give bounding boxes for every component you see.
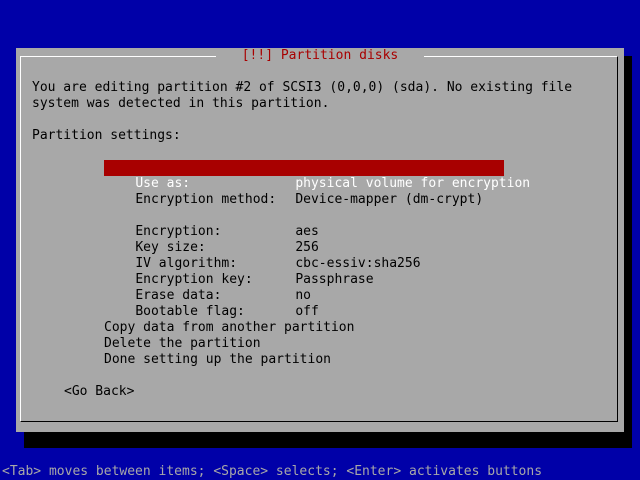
- go-back-button[interactable]: <Go Back>: [64, 384, 134, 400]
- setting-value: off: [295, 304, 319, 319]
- setting-label: Encryption method:: [135, 192, 277, 207]
- action-delete-partition[interactable]: Delete the partition: [104, 336, 261, 352]
- dialog-title: [!!] Partition disks: [216, 48, 424, 64]
- intro-line-2: system was detected in this partition.: [32, 96, 330, 111]
- setting-value: Device-mapper (dm-crypt): [295, 192, 484, 207]
- help-line: <Tab> moves between items; <Space> selec…: [2, 464, 543, 479]
- action-copy-data[interactable]: Copy data from another partition: [104, 320, 354, 336]
- settings-heading: Partition settings:: [32, 128, 181, 143]
- setting-use-as[interactable]: Use as: physical volume for encryption: [104, 160, 530, 191]
- setting-erase-data[interactable]: Erase data: no: [104, 272, 311, 303]
- setting-encryption-key[interactable]: Encryption key: Passphrase: [104, 256, 373, 287]
- setting-bootable-flag[interactable]: Bootable flag: off: [104, 288, 318, 319]
- setting-iv-algorithm[interactable]: IV algorithm: cbc-essiv:sha256: [104, 240, 420, 271]
- action-done-setting-up[interactable]: Done setting up the partition: [104, 352, 331, 368]
- setting-encryption-method[interactable]: Encryption method: Device-mapper (dm-cryp…: [104, 176, 483, 207]
- setting-key-size[interactable]: Key size: 256: [104, 224, 318, 255]
- installer-screen: [!!] Partition disks You are editing par…: [0, 0, 640, 480]
- setting-label: Bootable flag:: [135, 304, 245, 319]
- intro-line-1: You are editing partition #2 of SCSI3 (0…: [32, 80, 573, 95]
- setting-encryption[interactable]: Encryption: aes: [104, 208, 318, 239]
